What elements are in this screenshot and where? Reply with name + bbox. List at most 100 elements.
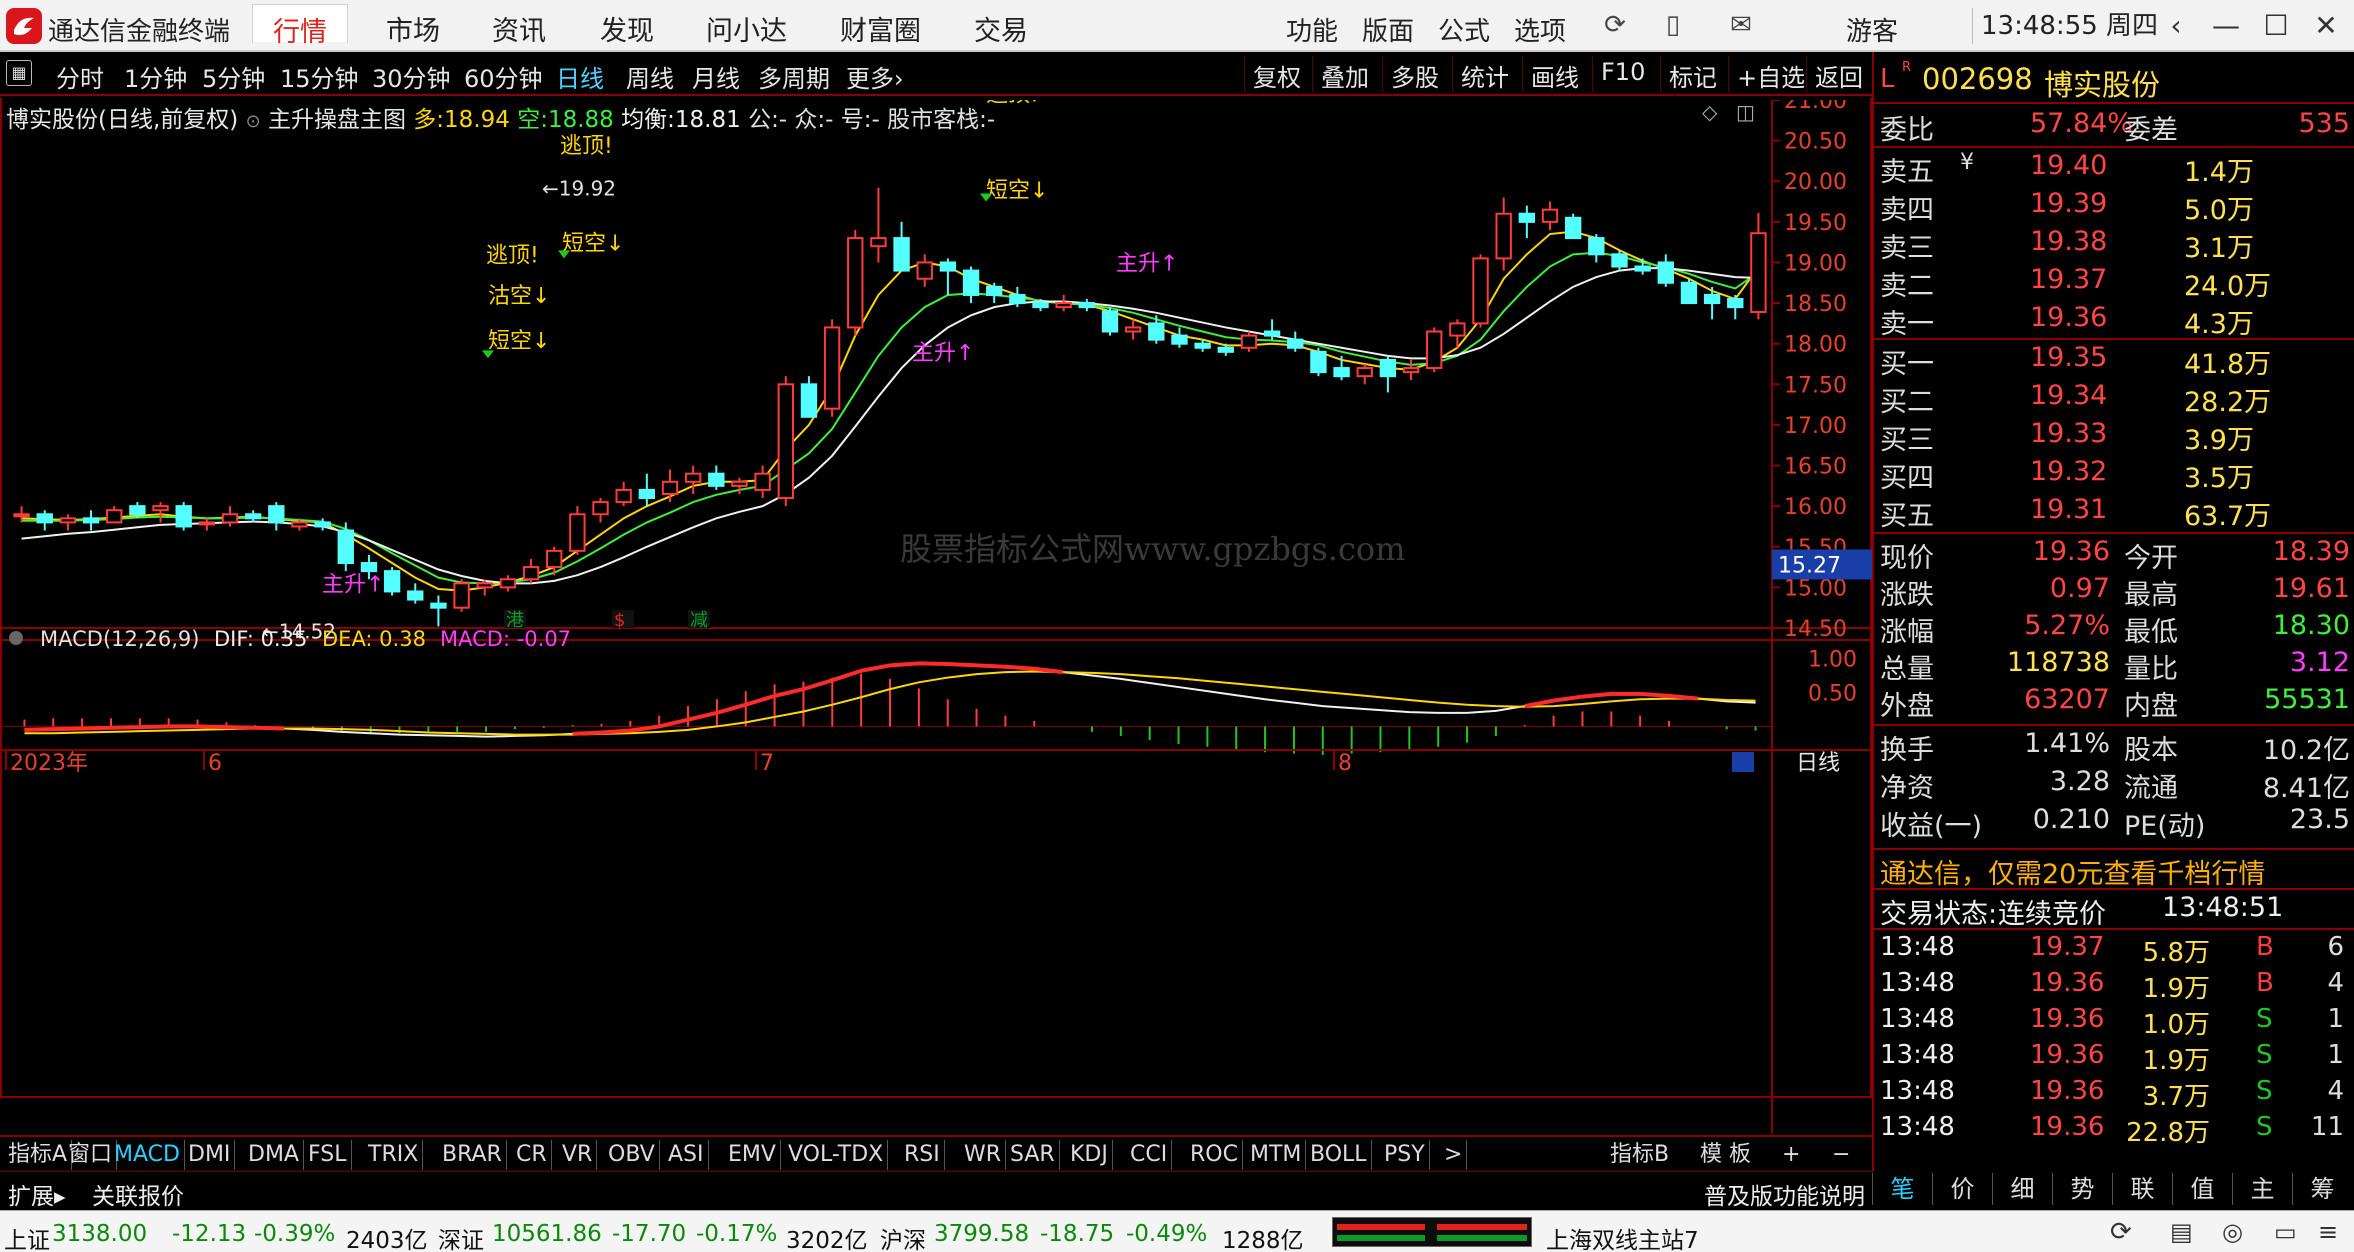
- period-weekly[interactable]: 周线: [626, 59, 674, 94]
- period-monthly[interactable]: 月线: [692, 59, 740, 94]
- window-icon[interactable]: ◫: [1736, 100, 1755, 124]
- maximize-icon[interactable]: ☐: [2256, 6, 2296, 46]
- sz-label[interactable]: 深证: [438, 1221, 484, 1252]
- stock-title[interactable]: 博实股份(日线,前复权): [6, 107, 238, 133]
- tool-tongji[interactable]: 统计: [1452, 56, 1517, 92]
- menu-banmian[interactable]: 版面: [1362, 11, 1414, 48]
- indicator-tab-vol-tdx[interactable]: VOL-TDX: [784, 1140, 889, 1170]
- indicator-tab-psy[interactable]: PSY: [1380, 1140, 1430, 1170]
- indicator-tab-brar[interactable]: BRAR: [438, 1140, 507, 1170]
- tab-hangqing[interactable]: 行情: [252, 4, 348, 48]
- tool-huaxian[interactable]: 画线: [1522, 56, 1587, 92]
- indicator-tab-emv[interactable]: EMV: [724, 1140, 781, 1170]
- indicator-tab-dma[interactable]: DMA: [244, 1140, 304, 1170]
- indicator-tab->[interactable]: >: [1440, 1140, 1468, 1170]
- ext-help[interactable]: 普及版功能说明: [1704, 1177, 1865, 1211]
- lock-icon[interactable]: ▤: [2170, 1218, 2193, 1246]
- indicator-right-3[interactable]: −: [1832, 1140, 1850, 1170]
- tool-add-watchlist[interactable]: +自选: [1728, 56, 1813, 92]
- grid-icon[interactable]: ▦: [6, 60, 32, 86]
- sync-icon[interactable]: ⟳: [2110, 1217, 2132, 1247]
- menu-xuanxiang[interactable]: 选项: [1514, 11, 1566, 48]
- tab-zixun[interactable]: 资讯: [486, 9, 552, 49]
- indicator-tab-boll[interactable]: BOLL: [1306, 1140, 1372, 1170]
- sh-label[interactable]: 上证: [4, 1221, 50, 1252]
- period-fenshi[interactable]: 分时: [56, 59, 104, 94]
- period-60min[interactable]: 60分钟: [464, 59, 543, 94]
- tool-fuquan[interactable]: 复权: [1244, 56, 1309, 92]
- indicator-tab-roc[interactable]: ROC: [1186, 1140, 1243, 1170]
- promo-text[interactable]: 通达信，仅需20元查看千档行情: [1880, 852, 2265, 891]
- tool-back[interactable]: 返回: [1806, 56, 1871, 92]
- tool-f10[interactable]: F10: [1592, 56, 1653, 92]
- panel-tab-7[interactable]: 筹: [2292, 1173, 2352, 1205]
- period-more[interactable]: 更多›: [846, 59, 904, 94]
- period-5min[interactable]: 5分钟: [202, 59, 265, 94]
- minimize-icon[interactable]: —: [2206, 6, 2246, 46]
- quote-value-2: 3.12: [2289, 647, 2350, 678]
- diamond-icon[interactable]: ◇: [1702, 100, 1717, 124]
- ext-related-quote[interactable]: 关联报价: [92, 1177, 184, 1211]
- panel-tab-1[interactable]: 价: [1932, 1173, 1992, 1205]
- phone-icon[interactable]: ▯: [1656, 8, 1690, 42]
- tab-shichang[interactable]: 市场: [380, 9, 446, 49]
- indicator-right-2[interactable]: +: [1782, 1140, 1800, 1170]
- indicator-tab-kdj[interactable]: KDJ: [1066, 1140, 1113, 1170]
- refresh-icon[interactable]: ⟳: [1598, 8, 1632, 42]
- period-1min[interactable]: 1分钟: [124, 59, 187, 94]
- tab-wenxiaoda[interactable]: 问小达: [700, 9, 793, 49]
- back-icon[interactable]: ‹: [2156, 6, 2196, 46]
- indicator-tab-cr[interactable]: CR: [512, 1140, 552, 1170]
- y-tick-label: 17.50: [1784, 373, 1847, 398]
- tab-caifuquan[interactable]: 财富圈: [834, 9, 927, 49]
- ma-line-2: [21, 251, 1759, 585]
- panel-tab-0[interactable]: 笔: [1872, 1173, 1932, 1205]
- period-30min[interactable]: 30分钟: [372, 59, 451, 94]
- indicator-tab-dmi[interactable]: DMI: [184, 1140, 236, 1170]
- period-daily[interactable]: 日线: [556, 59, 604, 94]
- indicator-tab-cci[interactable]: CCI: [1126, 1140, 1173, 1170]
- panel-tab-3[interactable]: 势: [2052, 1173, 2112, 1205]
- indicator-tab-macd[interactable]: MACD: [110, 1140, 185, 1170]
- server-name[interactable]: 上海双线主站7: [1546, 1221, 1699, 1252]
- indicator-tab-mtm[interactable]: MTM: [1246, 1140, 1307, 1170]
- indicator-tab-trix[interactable]: TRIX: [364, 1140, 424, 1170]
- indicator-tab-指标a[interactable]: 指标A: [4, 1140, 73, 1170]
- hs-label[interactable]: 沪深: [880, 1221, 926, 1252]
- indicator-tab-rsi[interactable]: RSI: [900, 1140, 945, 1170]
- indicator-right-0[interactable]: 指标B: [1610, 1140, 1669, 1170]
- kline-chart[interactable]: 21.00 20.50 20.00 19.50 19.00 18.50 18.00 17.50…: [0, 100, 1872, 1135]
- indicator-tab-wr[interactable]: WR: [960, 1140, 1007, 1170]
- panel-tab-2[interactable]: 细: [1992, 1173, 2052, 1205]
- promo-row[interactable]: 通达信，仅需20元查看千档行情: [1880, 852, 2350, 891]
- menu-gongshi[interactable]: 公式: [1438, 11, 1490, 48]
- close-icon[interactable]: ✕: [2306, 6, 2346, 46]
- chevron-down-icon[interactable]: ⊙: [246, 111, 261, 132]
- indicator-tab-fsl[interactable]: FSL: [304, 1140, 352, 1170]
- mail-icon[interactable]: ✉: [1724, 8, 1758, 42]
- period-15min[interactable]: 15分钟: [280, 59, 359, 94]
- tab-jiaoyi[interactable]: 交易: [968, 9, 1034, 49]
- notify-icon[interactable]: ◎: [2222, 1218, 2243, 1246]
- menu-gongneng[interactable]: 功能: [1286, 11, 1338, 48]
- tool-diejia[interactable]: 叠加: [1312, 56, 1377, 92]
- indicator-tab-sar[interactable]: SAR: [1006, 1140, 1060, 1170]
- indicator-tab-vr[interactable]: VR: [558, 1140, 598, 1170]
- panel-tab-5[interactable]: 值: [2172, 1173, 2232, 1205]
- ext-expand[interactable]: 扩展▸: [8, 1177, 66, 1211]
- tool-biaoji[interactable]: 标记: [1660, 56, 1725, 92]
- indicator-name[interactable]: 主升操盘主图: [268, 107, 406, 133]
- panel-tab-4[interactable]: 联: [2112, 1173, 2172, 1205]
- user-label[interactable]: 游客: [1846, 11, 1898, 48]
- indicator-tab-obv[interactable]: OBV: [604, 1140, 660, 1170]
- indicator-tab-asi[interactable]: ASI: [664, 1140, 709, 1170]
- candle: [1379, 355, 1397, 393]
- more-icon[interactable]: ≡: [2318, 1218, 2338, 1246]
- chat-icon[interactable]: ▭: [2274, 1218, 2297, 1246]
- period-multi[interactable]: 多周期: [758, 59, 830, 94]
- panel-tab-6[interactable]: 主: [2232, 1173, 2292, 1205]
- candle-body: [221, 513, 239, 524]
- tool-duogu[interactable]: 多股: [1382, 56, 1447, 92]
- indicator-right-1[interactable]: 模 板: [1700, 1140, 1751, 1170]
- tab-faxian[interactable]: 发现: [594, 9, 660, 49]
